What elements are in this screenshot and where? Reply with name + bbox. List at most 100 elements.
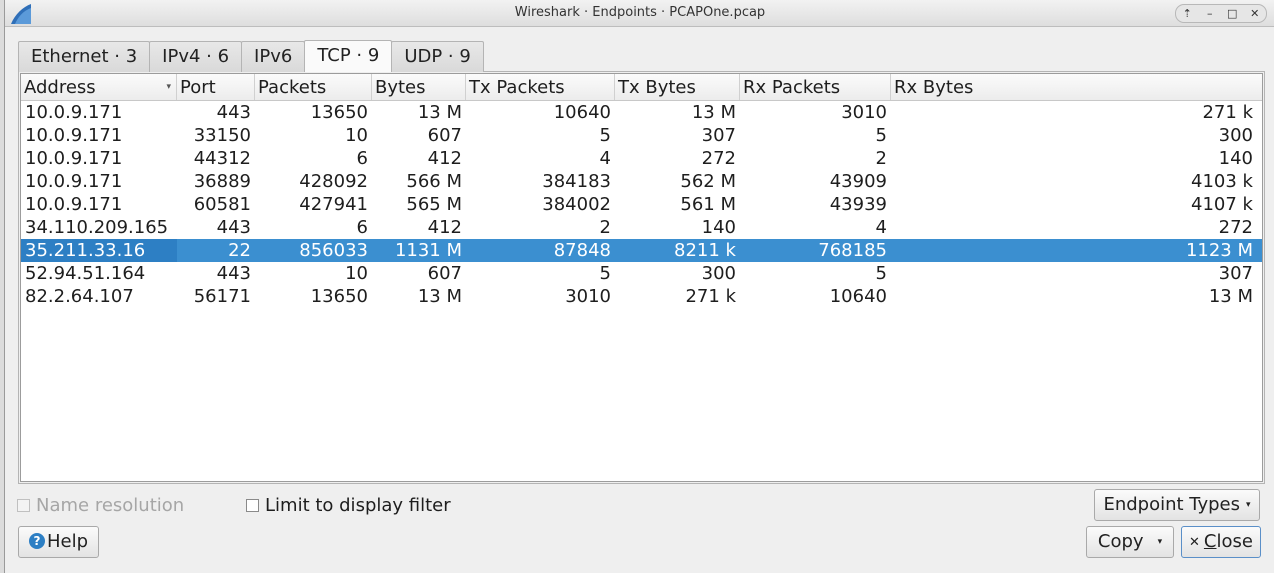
column-header-packets[interactable]: Packets <box>255 74 372 100</box>
cell-port: 443 <box>216 217 251 238</box>
cell-bytes: 13 M <box>417 286 462 307</box>
cell-address: 10.0.9.171 <box>25 102 123 123</box>
cell-rx-bytes: 307 <box>1218 263 1253 284</box>
close-icon: ✕ <box>1189 535 1200 550</box>
endpoint-types-button[interactable]: Endpoint Types ▾ <box>1094 489 1260 521</box>
cell-tx-packets: 384002 <box>542 194 611 215</box>
cell-tx-bytes: 140 <box>701 217 736 238</box>
column-header-bytes[interactable]: Bytes <box>372 74 466 100</box>
cell-port: 443 <box>216 102 251 123</box>
cell-address: 35.211.33.16 <box>21 239 177 262</box>
column-header-port[interactable]: Port <box>177 74 255 100</box>
column-header-rx-packets[interactable]: Rx Packets <box>740 74 891 100</box>
limit-filter-checkbox[interactable] <box>246 498 259 512</box>
column-header-tx-bytes[interactable]: Tx Bytes <box>615 74 740 100</box>
table-row[interactable]: 35.211.33.16 22 856033 1131 M 87848 8211 k 768… <box>21 239 1262 262</box>
cell-bytes: 1131 M <box>394 240 462 261</box>
name-resolution-checkbox <box>17 498 30 512</box>
cell-tx-packets: 4 <box>599 148 611 169</box>
cell-rx-packets: 5 <box>875 125 887 146</box>
cell-address: 10.0.9.171 <box>25 171 123 192</box>
table-row[interactable]: 10.0.9.171 36889 428092 566 M 384183 562 M 439… <box>21 170 1262 193</box>
table-header: Address ▾ Port Packets Bytes Tx Packets T… <box>21 74 1262 101</box>
column-header-address[interactable]: Address ▾ <box>21 74 177 100</box>
cell-tx-packets: 384183 <box>542 171 611 192</box>
cell-rx-bytes: 271 k <box>1202 102 1253 123</box>
table-row[interactable]: 10.0.9.171 33150 10 607 5 307 5 300 <box>21 124 1262 147</box>
table-row[interactable]: 10.0.9.171 443 13650 13 M 10640 13 M 3010 271 k <box>21 101 1262 124</box>
chevron-down-icon: ▾ <box>1157 537 1163 547</box>
help-button[interactable]: ? Help <box>18 526 99 558</box>
table-row[interactable]: 34.110.209.165 443 6 412 2 140 4 272 <box>21 216 1262 239</box>
cell-bytes: 412 <box>427 148 462 169</box>
title-bar: Wireshark · Endpoints · PCAPOne.pcap ⇡ –… <box>5 0 1274 27</box>
chevron-down-icon: ▾ <box>1246 500 1251 510</box>
endpoints-dialog: Wireshark · Endpoints · PCAPOne.pcap ⇡ –… <box>4 0 1274 573</box>
name-resolution-label: Name resolution <box>36 494 185 516</box>
cell-tx-bytes: 13 M <box>691 102 736 123</box>
cell-rx-packets: 2 <box>875 148 887 169</box>
cell-packets: 6 <box>356 148 368 169</box>
cell-rx-bytes: 4107 k <box>1191 194 1253 215</box>
cell-port: 443 <box>216 263 251 284</box>
keep-above-icon[interactable]: ⇡ <box>1178 5 1196 22</box>
cell-packets: 427941 <box>299 194 368 215</box>
close-label: lose <box>1216 531 1253 552</box>
cell-tx-packets: 5 <box>599 125 611 146</box>
cell-rx-packets: 4 <box>875 217 887 238</box>
sort-down-icon: ▾ <box>166 82 171 92</box>
cell-address: 10.0.9.171 <box>25 194 123 215</box>
cell-rx-bytes: 300 <box>1218 125 1253 146</box>
cell-packets: 856033 <box>299 240 368 261</box>
column-header-tx-packets[interactable]: Tx Packets <box>466 74 615 100</box>
cell-packets: 13650 <box>310 102 368 123</box>
tab-ipv4[interactable]: IPv4 · 6 <box>149 41 243 72</box>
tab-tcp[interactable]: TCP · 9 <box>304 40 393 72</box>
cell-rx-packets: 10640 <box>829 286 887 307</box>
close-button[interactable]: ✕ Close <box>1181 526 1261 558</box>
close-icon[interactable]: ✕ <box>1246 5 1264 22</box>
name-resolution-option: Name resolution <box>17 494 184 516</box>
limit-filter-option[interactable]: Limit to display filter <box>246 494 451 516</box>
cell-port: 56171 <box>193 286 251 307</box>
minimize-icon[interactable]: – <box>1201 5 1219 22</box>
limit-filter-label[interactable]: Limit to display filter <box>265 495 451 516</box>
cell-tx-packets: 5 <box>599 263 611 284</box>
maximize-icon[interactable]: □ <box>1223 5 1241 22</box>
cell-bytes: 13 M <box>417 102 462 123</box>
cell-rx-packets: 43939 <box>829 194 887 215</box>
cell-address: 34.110.209.165 <box>25 217 169 238</box>
cell-port: 44312 <box>193 148 251 169</box>
window-controls: ⇡ – □ ✕ <box>1175 4 1267 23</box>
tab-ipv6[interactable]: IPv6 <box>241 41 306 72</box>
cell-port: 60581 <box>193 194 251 215</box>
cell-tx-bytes: 272 <box>701 148 736 169</box>
table-row[interactable]: 82.2.64.107 56171 13650 13 M 3010 271 k 10640 1… <box>21 285 1262 308</box>
cell-packets: 13650 <box>310 286 368 307</box>
tab-udp[interactable]: UDP · 9 <box>391 41 484 72</box>
table-row[interactable]: 10.0.9.171 60581 427941 565 M 384002 561 M 439… <box>21 193 1262 216</box>
cell-bytes: 565 M <box>406 194 462 215</box>
cell-rx-bytes: 13 M <box>1208 286 1253 307</box>
cell-packets: 10 <box>345 125 368 146</box>
tab-ethernet[interactable]: Ethernet · 3 <box>18 41 151 72</box>
cell-tx-bytes: 307 <box>701 125 736 146</box>
table-row[interactable]: 10.0.9.171 44312 6 412 4 272 2 140 <box>21 147 1262 170</box>
cell-rx-bytes: 140 <box>1218 148 1253 169</box>
column-header-rx-bytes[interactable]: Rx Bytes <box>891 74 1257 100</box>
table-row[interactable]: 52.94.51.164 443 10 607 5 300 5 307 <box>21 262 1262 285</box>
cell-rx-bytes: 4103 k <box>1191 171 1253 192</box>
cell-tx-packets: 10640 <box>553 102 611 123</box>
cell-bytes: 412 <box>427 217 462 238</box>
cell-tx-packets: 2 <box>599 217 611 238</box>
cell-tx-bytes: 300 <box>701 263 736 284</box>
endpoints-table[interactable]: Address ▾ Port Packets Bytes Tx Packets T… <box>20 73 1263 482</box>
copy-button[interactable]: Copy ▾ <box>1086 526 1174 558</box>
cell-port: 33150 <box>193 125 251 146</box>
cell-bytes: 607 <box>427 263 462 284</box>
cell-bytes: 607 <box>427 125 462 146</box>
window-title: Wireshark · Endpoints · PCAPOne.pcap <box>514 5 766 20</box>
cell-rx-packets: 5 <box>875 263 887 284</box>
help-label: Help <box>46 531 89 552</box>
cell-tx-packets: 3010 <box>565 286 611 307</box>
